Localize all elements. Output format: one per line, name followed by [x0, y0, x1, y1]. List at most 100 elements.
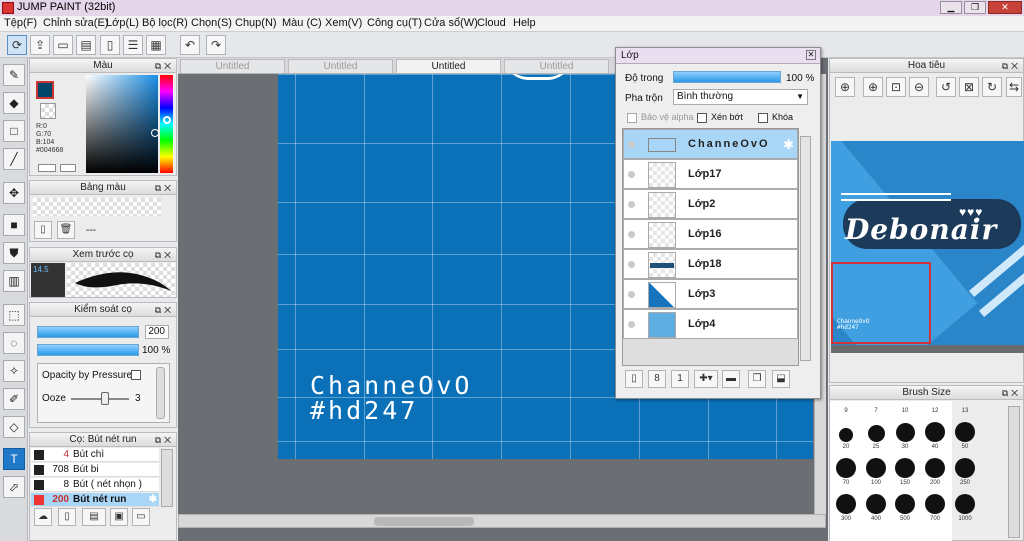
- menu-tools[interactable]: Công cụ(T): [367, 17, 422, 29]
- fill-rect-tool-icon[interactable]: ■: [3, 214, 25, 236]
- brush-folder-icon[interactable]: ▭: [132, 508, 150, 526]
- select-pen-tool-icon[interactable]: ✐: [3, 388, 25, 410]
- undo-icon[interactable]: ↶: [180, 35, 200, 55]
- magic-wand-tool-icon[interactable]: ✧: [3, 360, 25, 382]
- folder-icon[interactable]: ▬: [722, 370, 740, 388]
- color-mode-toggle[interactable]: [38, 164, 56, 172]
- ooze-handle[interactable]: [101, 392, 109, 405]
- cloud-brush-icon[interactable]: ☁: [34, 508, 52, 526]
- select-eraser-tool-icon[interactable]: ◇: [3, 416, 25, 438]
- panel-buttons-icon[interactable]: ⧉✕: [155, 60, 174, 73]
- menu-capture[interactable]: Chụp(N): [235, 17, 277, 29]
- panel-buttons-icon[interactable]: ⧉✕: [155, 249, 174, 262]
- opacity-pressure-checkbox[interactable]: [131, 370, 141, 380]
- brush-size-dot[interactable]: [867, 425, 885, 442]
- panel-buttons-icon[interactable]: ⧉✕: [1002, 60, 1021, 73]
- operation-tool-icon[interactable]: ⬀: [3, 476, 25, 498]
- brush-settings-icon[interactable]: ▣: [110, 508, 128, 526]
- brush-size-dot[interactable]: [895, 458, 915, 478]
- secondary-color-swatch[interactable]: [40, 103, 56, 119]
- eye-icon[interactable]: [628, 201, 635, 208]
- layer-list-scrollbar[interactable]: [800, 136, 811, 361]
- fit-view-icon[interactable]: ⊡: [886, 77, 906, 97]
- move-tool-icon[interactable]: ✥: [3, 182, 25, 204]
- new-8bit-layer-icon[interactable]: 8: [648, 370, 666, 388]
- current-color-swatch[interactable]: [36, 81, 54, 99]
- eye-icon[interactable]: [628, 291, 635, 298]
- menu-file[interactable]: Tệp(F): [4, 17, 37, 29]
- brush-size-dot[interactable]: [955, 458, 975, 478]
- maximize-button[interactable]: ❐: [964, 1, 986, 14]
- redo-icon[interactable]: ↷: [206, 35, 226, 55]
- hue-slider[interactable]: [160, 75, 173, 173]
- brush-size-dot[interactable]: [836, 458, 856, 478]
- rectangle-tool-icon[interactable]: □: [3, 120, 25, 142]
- layer-row-lop18[interactable]: Lớp18: [623, 249, 798, 279]
- scroll-thumb[interactable]: [374, 517, 474, 526]
- gear-icon[interactable]: ✱: [783, 137, 794, 153]
- zoom-in-2-icon[interactable]: ⊕: [863, 77, 883, 97]
- document-list-icon[interactable]: ☰: [123, 35, 143, 55]
- brush-item-ballpen[interactable]: 708 Bút bi: [31, 463, 159, 477]
- tab-untitled-3[interactable]: Untitled: [396, 59, 501, 73]
- brush-size-scrollbar[interactable]: [1008, 406, 1020, 538]
- brush-size-dot[interactable]: [925, 458, 945, 478]
- panel-buttons-icon[interactable]: ⧉✕: [155, 434, 174, 447]
- menu-filter[interactable]: Bộ lọc(R): [142, 17, 188, 29]
- eye-icon[interactable]: [628, 261, 635, 268]
- new-layer-icon[interactable]: ▯: [625, 370, 643, 388]
- layer-row-lop2[interactable]: Lớp2: [623, 189, 798, 219]
- tab-untitled-1[interactable]: Untitled: [180, 59, 285, 73]
- ooze-slider[interactable]: [71, 398, 129, 400]
- rotate-left-icon[interactable]: ↺: [936, 77, 956, 97]
- flip-view-icon[interactable]: ⇆: [1006, 77, 1022, 97]
- brush-size-dot[interactable]: [839, 428, 853, 442]
- layer-row-lop16[interactable]: Lớp16: [623, 219, 798, 249]
- clipping-checkbox[interactable]: [697, 113, 707, 123]
- eye-icon[interactable]: [628, 231, 635, 238]
- new-palette-icon[interactable]: ▯: [34, 221, 52, 239]
- sv-handle[interactable]: [151, 129, 159, 137]
- line-tool-icon[interactable]: ╱: [3, 148, 25, 170]
- menu-help[interactable]: Help: [513, 17, 536, 29]
- cloud-sync-icon[interactable]: ⟳: [7, 35, 27, 55]
- menu-window[interactable]: Cửa sổ(W): [424, 17, 478, 29]
- brush-size-dot[interactable]: [895, 423, 915, 442]
- brush-list-scrollbar[interactable]: [161, 449, 173, 507]
- brush-item-sharp-pen[interactable]: 8 Bút ( nét nhọn ): [31, 478, 159, 492]
- select-rect-tool-icon[interactable]: ⬚: [3, 304, 25, 326]
- panel-buttons-icon[interactable]: ⧉✕: [155, 304, 174, 317]
- brush-size-value[interactable]: 200: [145, 325, 169, 339]
- zoom-in-icon[interactable]: ⊕: [835, 77, 855, 97]
- duplicate-layer-icon[interactable]: ❐: [748, 370, 766, 388]
- panel-buttons-icon[interactable]: ⧉✕: [1002, 387, 1021, 400]
- eraser-tool-icon[interactable]: ◆: [3, 92, 25, 114]
- comment-icon[interactable]: ▭: [53, 35, 73, 55]
- brush-size-dot[interactable]: [955, 422, 975, 442]
- close-icon[interactable]: ✕: [806, 50, 816, 60]
- layer-row-lop4[interactable]: Lớp4: [623, 309, 798, 339]
- color-mode-toggle-2[interactable]: [60, 164, 76, 172]
- view-rectangle[interactable]: [831, 262, 931, 344]
- layer-opacity-slider[interactable]: [673, 71, 781, 83]
- eye-icon[interactable]: [628, 321, 635, 328]
- delete-palette-icon[interactable]: 🗑: [57, 221, 75, 239]
- palette-swatches[interactable]: [33, 198, 161, 216]
- merge-layer-icon[interactable]: ⬓: [772, 370, 790, 388]
- brush-opacity-slider[interactable]: [37, 344, 139, 356]
- brush-size-dot[interactable]: [895, 494, 915, 514]
- brush-size-dot[interactable]: [925, 494, 945, 514]
- brush-options-scrollbar[interactable]: [156, 367, 165, 419]
- new-document-icon[interactable]: ▯: [100, 35, 120, 55]
- layer-row-lop3[interactable]: Lớp3: [623, 279, 798, 309]
- canvas-horizontal-scrollbar[interactable]: [178, 514, 826, 528]
- menu-select[interactable]: Chọn(S): [191, 17, 232, 29]
- lock-checkbox[interactable]: [758, 113, 768, 123]
- zoom-out-icon[interactable]: ⊖: [909, 77, 929, 97]
- brush-item-shaky-pen[interactable]: 200 Bút nét run ✱: [31, 493, 159, 507]
- grid-icon[interactable]: ▦: [146, 35, 166, 55]
- saturation-value-picker[interactable]: [86, 75, 158, 173]
- menu-view[interactable]: Xem(V): [325, 17, 362, 29]
- close-button[interactable]: ✕: [988, 1, 1022, 14]
- reset-view-icon[interactable]: ⊠: [959, 77, 979, 97]
